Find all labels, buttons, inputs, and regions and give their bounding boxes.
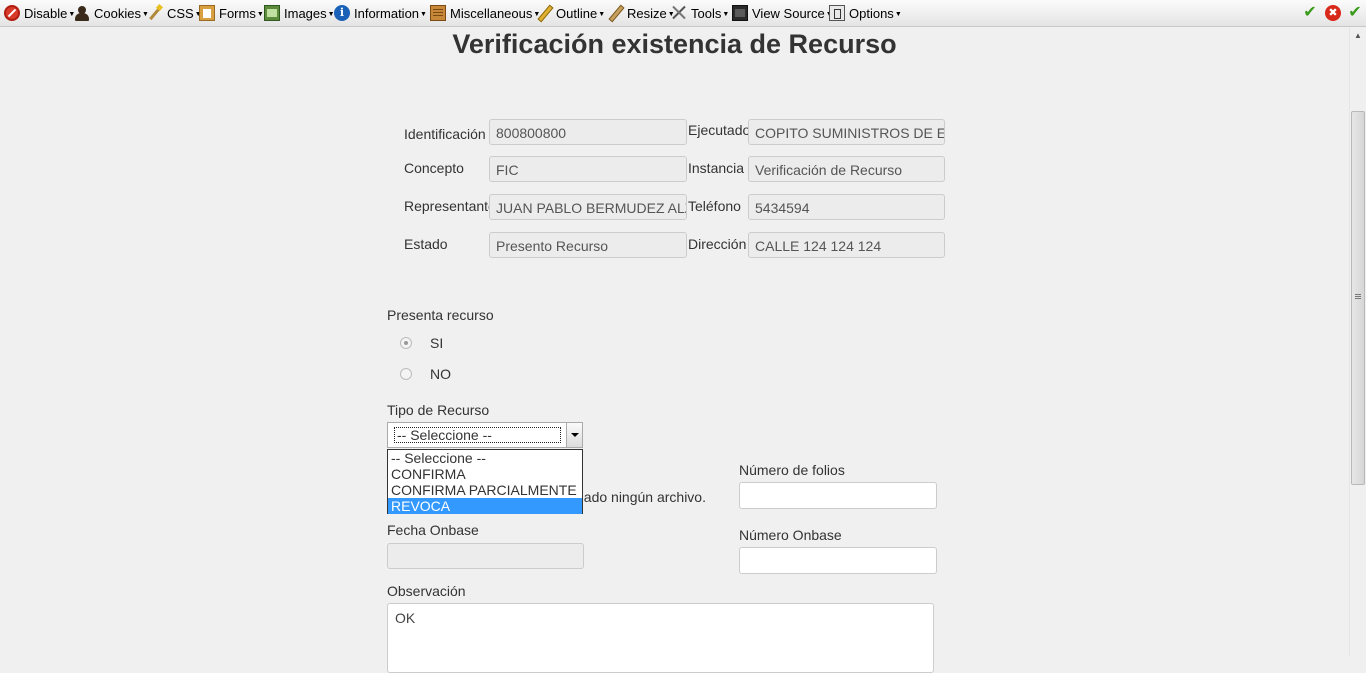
toolbar-images-menu[interactable]: Images ▼ [264,3,335,23]
fecha-onbase-input[interactable] [387,543,584,569]
radio-si[interactable] [400,337,412,349]
web-developer-toolbar: Disable▼ Cookies▼ CSS▼ Forms▼ Images▼ i … [0,0,1366,27]
toolbar-outline-menu[interactable]: Outline ▼ [536,3,605,23]
toolbar-miscellaneous-label: Miscellaneous [450,5,533,21]
dropdown-arrow-icon: ▼ [256,10,264,18]
scrollbar-grip-icon [1355,294,1361,295]
ejecutado-label: Ejecutado [688,122,751,138]
toolbar-outline-label: Outline [556,5,598,21]
css-icon [147,5,163,21]
toolbar-images-label: Images [284,5,327,21]
ejecutado-field: COPITO SUMINISTROS DE EQ [748,119,945,145]
instancia-field: Verificación de Recurso [748,156,945,182]
toolbar-resize-menu[interactable]: Resize ▼ [607,3,675,23]
estado-label: Estado [404,236,448,252]
option-confirma-parcialmente[interactable]: CONFIRMA PARCIALMENTE [388,482,582,498]
estado-field: Presento Recurso [489,232,687,258]
options-icon [829,5,845,21]
radio-no[interactable] [400,368,412,380]
toolbar-cookies-label: Cookies [94,5,141,21]
toolbar-disable-menu[interactable]: Disable ▼ [4,3,75,23]
numero-folios-label: Número de folios [739,462,845,478]
option-confirma[interactable]: CONFIRMA [388,466,582,482]
observacion-textarea[interactable]: OK [387,603,934,673]
dropdown-arrow-icon: ▼ [598,10,606,18]
toolbar-forms-menu[interactable]: Forms ▼ [199,3,264,23]
identificacion-field: 800800800 [489,119,687,145]
direccion-label: Dirección [688,236,747,252]
fecha-onbase-label: Fecha Onbase [387,522,479,538]
tipo-recurso-dropdown-list: -- Seleccione -- CONFIRMA CONFIRMA PARCI… [387,449,583,514]
option-seleccione[interactable]: -- Seleccione -- [388,450,582,466]
concepto-label: Concepto [404,160,464,176]
dropdown-arrow-icon: ▼ [722,10,730,18]
toolbar-cookies-menu[interactable]: Cookies ▼ [74,3,149,23]
instancia-label: Instancia [688,160,745,176]
toolbar-css-menu[interactable]: CSS▼ [147,3,202,23]
numero-onbase-label: Número Onbase [739,527,842,543]
page-title: Verificación existencia de Recurso [452,29,897,59]
toolbar-tools-label: Tools [691,5,722,21]
cookies-icon [74,5,90,21]
option-revoca[interactable]: REVOCA [388,498,582,514]
tipo-recurso-selected-value: -- Seleccione -- [394,427,561,443]
information-icon: i [334,5,350,21]
representante-field: JUAN PABLO BERMUDEZ ALZ [489,194,687,220]
outline-icon [536,5,552,21]
toolbar-options-menu[interactable]: Options ▼ [829,3,902,23]
scroll-up-arrow-icon[interactable]: ▲ [1350,27,1366,44]
toolbar-resize-label: Resize [627,5,667,21]
direccion-field: CALLE 124 124 124 [748,232,945,258]
numero-folios-input[interactable] [739,482,937,509]
toolbar-options-label: Options [849,5,894,21]
forms-icon [199,5,215,21]
resize-icon [607,5,623,21]
tipo-recurso-label: Tipo de Recurso [387,402,490,418]
disable-icon [4,5,20,21]
images-icon [264,5,280,21]
toolbar-view-source-menu[interactable]: View Source▼ [732,3,833,23]
observacion-label: Observación [387,583,466,599]
radio-no-label: NO [430,366,451,382]
toolbar-tools-menu[interactable]: Tools ▼ [671,3,729,23]
numero-onbase-input[interactable] [739,547,937,574]
error-close-icon[interactable]: ✖ [1325,5,1341,21]
file-status-text: nado ningún archivo. [576,489,706,505]
vertical-scrollbar[interactable]: ▲ [1349,27,1366,656]
tipo-recurso-select[interactable]: -- Seleccione -- [387,422,583,448]
scrollbar-thumb[interactable] [1351,111,1365,485]
identificacion-label: Identificación [404,126,486,142]
telefono-label: Teléfono [688,198,741,214]
css-valid-check-icon[interactable]: ✔ [1302,5,1318,21]
presenta-recurso-label: Presenta recurso [387,307,494,323]
toolbar-view-source-label: View Source [752,5,825,21]
concepto-field: FIC [489,156,687,182]
toolbar-forms-label: Forms [219,5,256,21]
toolbar-information-menu[interactable]: i Information ▼ [334,3,427,23]
radio-si-label: SI [430,335,444,351]
toolbar-css-label: CSS [167,5,194,21]
dropdown-arrow-icon: ▼ [894,10,902,18]
toolbar-miscellaneous-menu[interactable]: Miscellaneous ▼ [430,3,540,23]
representante-label: Representante [404,198,496,214]
dropdown-arrow-icon: ▼ [420,10,427,18]
toolbar-information-label: Information [354,5,420,21]
tools-icon [671,5,687,21]
chevron-down-icon[interactable] [566,423,582,447]
miscellaneous-icon [430,5,446,21]
js-valid-check-icon[interactable]: ✔ [1347,5,1363,21]
view-source-icon [732,5,748,21]
toolbar-disable-label: Disable [24,5,68,21]
telefono-field: 5434594 [748,194,945,220]
